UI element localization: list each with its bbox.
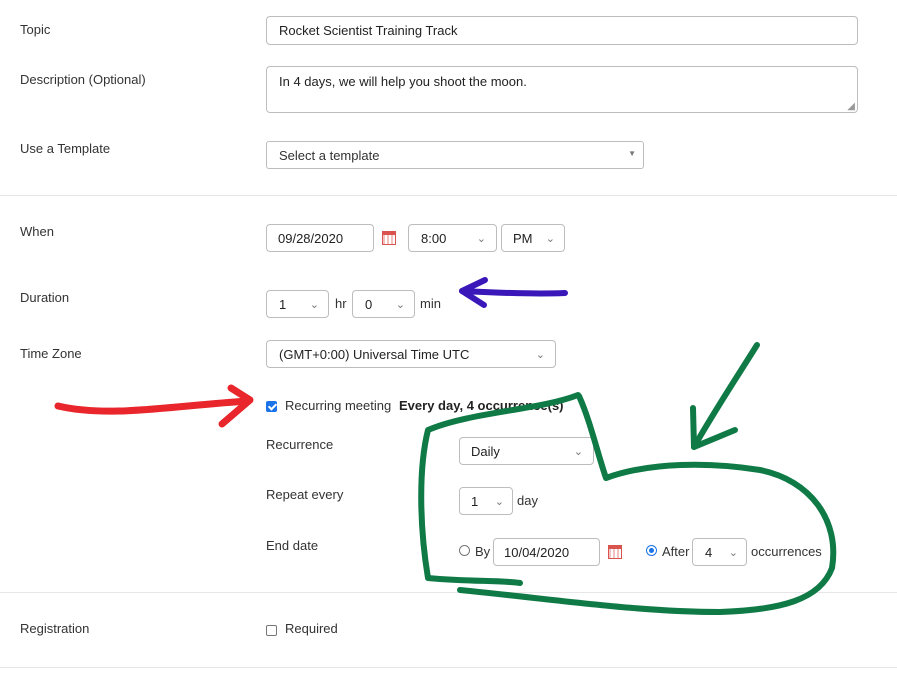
duration-hours-value: 1 — [279, 297, 287, 312]
chevron-down-icon: ⌄ — [309, 299, 319, 311]
time-value: 8:00 — [421, 231, 447, 246]
chevron-down-icon: ⌄ — [476, 233, 486, 245]
chevron-down-icon: ⌄ — [545, 233, 555, 245]
topic-value: Rocket Scientist Training Track — [279, 23, 458, 38]
green-highlight-annotation — [418, 342, 837, 615]
chevron-down-icon: ⌄ — [573, 446, 583, 458]
time-select[interactable]: 8:00 ⌄ — [408, 224, 497, 252]
resize-handle-icon[interactable]: ◢ — [847, 101, 855, 112]
recurrence-value: Daily — [471, 444, 500, 459]
recurring-checkbox[interactable] — [266, 401, 277, 412]
recurring-summary: Every day, 4 occurrence(s) — [399, 398, 564, 413]
end-date-label: End date — [266, 538, 319, 553]
blue-arrow-annotation — [459, 277, 568, 308]
min-unit: min — [420, 296, 441, 311]
topic-label: Topic — [20, 22, 51, 37]
registration-required-label: Required — [285, 621, 338, 636]
calendar-icon[interactable] — [608, 545, 622, 559]
date-input[interactable]: 09/28/2020 — [266, 224, 374, 252]
end-by-radio[interactable] — [459, 545, 470, 556]
recurring-label: Recurring meeting — [285, 398, 392, 413]
end-after-count-value: 4 — [705, 545, 713, 560]
description-label: Description (Optional) — [20, 72, 146, 87]
description-value: In 4 days, we will help you shoot the mo… — [279, 74, 527, 89]
description-textarea[interactable]: In 4 days, we will help you shoot the mo… — [266, 66, 858, 113]
section-divider — [0, 592, 897, 593]
repeat-unit: day — [517, 493, 538, 508]
recurrence-select[interactable]: Daily ⌄ — [459, 437, 594, 465]
registration-label: Registration — [20, 621, 90, 636]
date-value: 09/28/2020 — [278, 231, 344, 246]
end-after-label: After — [662, 544, 690, 559]
end-by-date-input[interactable]: 10/04/2020 — [493, 538, 600, 566]
end-by-label: By — [475, 544, 491, 559]
calendar-icon[interactable] — [382, 231, 396, 245]
recurrence-label: Recurrence — [266, 437, 334, 452]
section-divider — [0, 667, 897, 668]
hr-unit: hr — [335, 296, 347, 311]
ampm-select[interactable]: PM ⌄ — [501, 224, 565, 252]
dropdown-arrow-icon: ▼ — [628, 149, 636, 158]
occurrences-unit: occurrences — [751, 544, 822, 559]
timezone-label: Time Zone — [20, 346, 82, 361]
repeat-every-label: Repeat every — [266, 487, 344, 502]
end-after-radio[interactable] — [646, 545, 657, 556]
chevron-down-icon: ⌄ — [395, 299, 405, 311]
repeat-every-value: 1 — [471, 494, 479, 509]
timezone-value: (GMT+0:00) Universal Time UTC — [279, 347, 470, 362]
when-label: When — [20, 224, 54, 239]
duration-minutes-select[interactable]: 0 ⌄ — [352, 290, 415, 318]
duration-minutes-value: 0 — [365, 297, 373, 312]
topic-input[interactable]: Rocket Scientist Training Track — [266, 16, 858, 45]
section-divider — [0, 195, 897, 196]
timezone-select[interactable]: (GMT+0:00) Universal Time UTC ⌄ — [266, 340, 556, 368]
duration-hours-select[interactable]: 1 ⌄ — [266, 290, 329, 318]
chevron-down-icon: ⌄ — [535, 349, 545, 361]
template-label: Use a Template — [20, 141, 111, 156]
ampm-value: PM — [513, 231, 533, 246]
red-arrow-annotation — [54, 384, 254, 428]
registration-required-checkbox[interactable] — [266, 625, 277, 636]
repeat-every-select[interactable]: 1 ⌄ — [459, 487, 513, 515]
template-placeholder: Select a template — [279, 148, 380, 163]
template-select[interactable]: Select a template ▼ — [266, 141, 644, 169]
duration-label: Duration — [20, 290, 70, 305]
chevron-down-icon: ⌄ — [728, 547, 738, 559]
end-by-date-value: 10/04/2020 — [504, 545, 570, 560]
end-after-count-select[interactable]: 4 ⌄ — [692, 538, 747, 566]
chevron-down-icon: ⌄ — [494, 496, 504, 508]
